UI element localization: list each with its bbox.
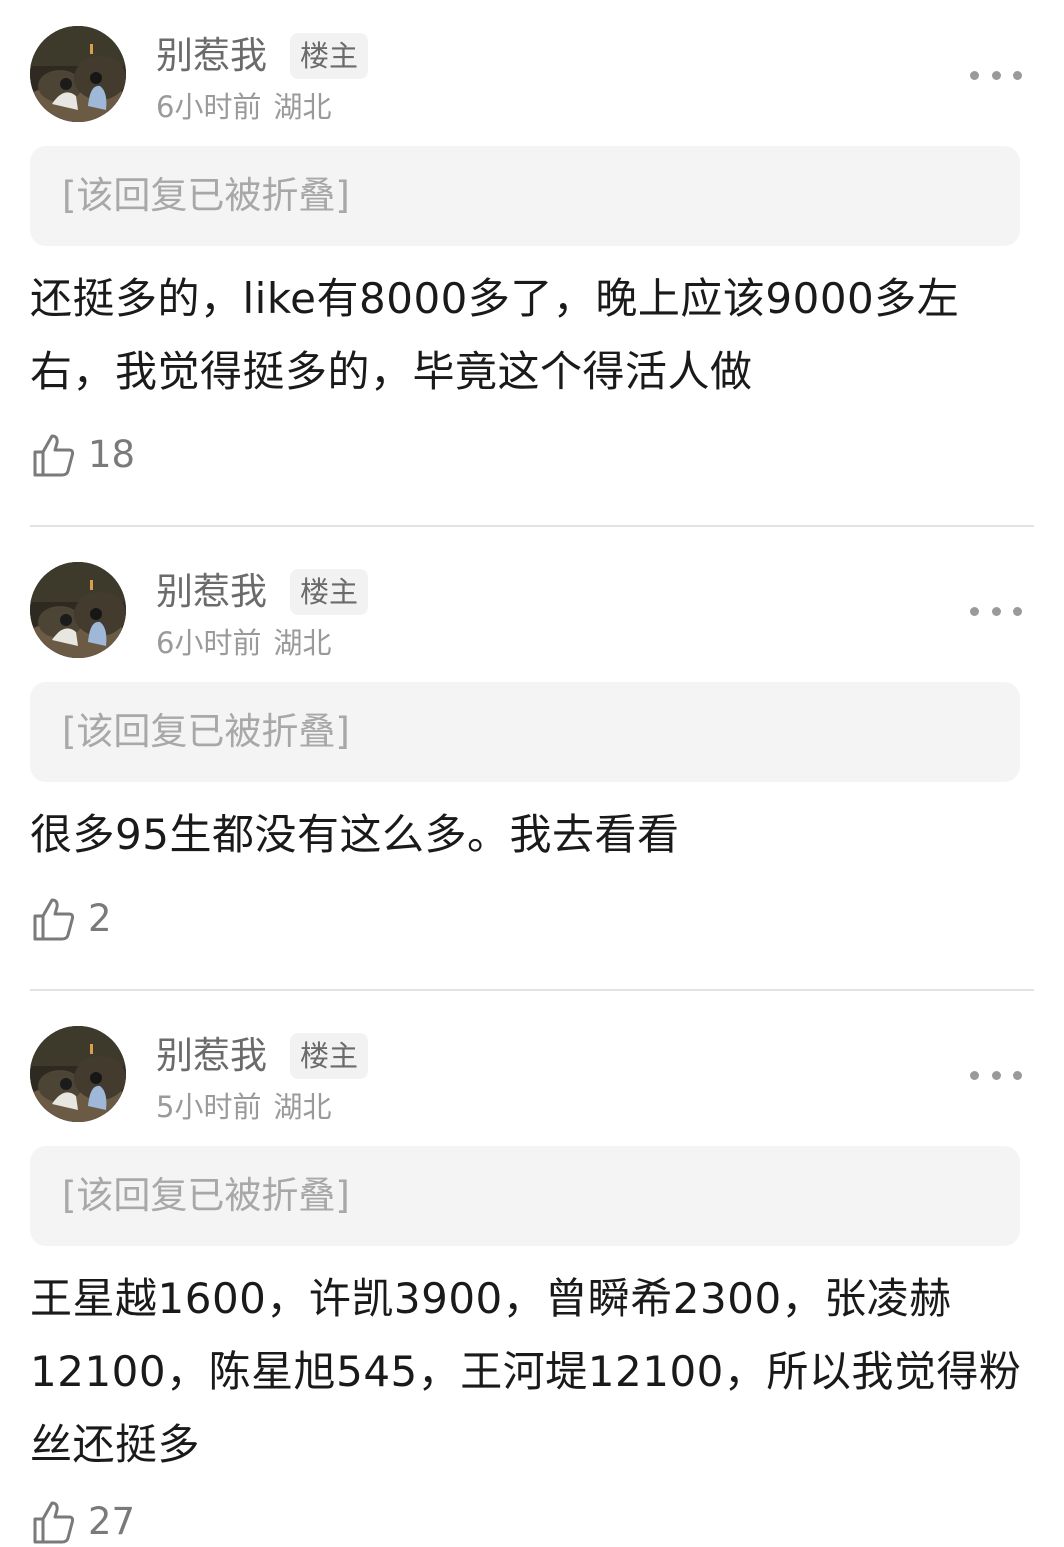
username[interactable]: 别惹我 bbox=[156, 1034, 267, 1078]
like-count: 27 bbox=[88, 1500, 136, 1543]
like-count: 18 bbox=[88, 433, 136, 476]
op-badge: 楼主 bbox=[290, 569, 369, 615]
more-dots-icon[interactable] bbox=[970, 1063, 1022, 1087]
thumbs-up-icon bbox=[33, 1501, 75, 1544]
comment-text: 很多95生都没有这么多。我去看看 bbox=[30, 810, 680, 859]
like-button[interactable]: 27 bbox=[32, 1497, 135, 1547]
folded-reply-notice[interactable]: [该回复已被折叠] bbox=[30, 146, 1020, 246]
thumbs-up-icon bbox=[33, 898, 75, 941]
comment-meta: 6小时前 湖北 bbox=[156, 89, 331, 125]
more-dots-icon[interactable] bbox=[970, 63, 1022, 87]
avatar[interactable] bbox=[30, 1026, 126, 1122]
location: 湖北 bbox=[273, 1090, 332, 1124]
location: 湖北 bbox=[273, 90, 332, 124]
folded-reply-notice[interactable]: [该回复已被折叠] bbox=[30, 682, 1020, 782]
comment-text: 王星越1600，许凯3900，曾瞬希2300，张凌赫12100，陈星旭545，王… bbox=[30, 1274, 1022, 1469]
divider bbox=[30, 525, 1034, 527]
comment-text: 还挺多的，like有8000多了，晚上应该9000多左右，我觉得挺多的，毕竟这个… bbox=[30, 274, 960, 396]
username[interactable]: 别惹我 bbox=[156, 34, 267, 78]
like-button[interactable]: 2 bbox=[32, 894, 112, 944]
folded-reply-notice[interactable]: [该回复已被折叠] bbox=[30, 1146, 1020, 1246]
avatar[interactable] bbox=[30, 562, 126, 658]
timestamp: 6小时前 bbox=[156, 90, 262, 124]
timestamp: 5小时前 bbox=[156, 1090, 262, 1124]
comment-meta: 5小时前 湖北 bbox=[156, 1089, 331, 1125]
location: 湖北 bbox=[273, 626, 332, 660]
op-badge: 楼主 bbox=[290, 33, 369, 79]
username[interactable]: 别惹我 bbox=[156, 570, 267, 614]
op-badge: 楼主 bbox=[290, 1033, 369, 1079]
thumbs-up-icon bbox=[33, 434, 75, 477]
divider bbox=[30, 989, 1034, 991]
comment-meta: 6小时前 湖北 bbox=[156, 625, 331, 661]
like-button[interactable]: 18 bbox=[32, 430, 135, 480]
avatar[interactable] bbox=[30, 26, 126, 122]
more-dots-icon[interactable] bbox=[970, 599, 1022, 623]
timestamp: 6小时前 bbox=[156, 626, 262, 660]
like-count: 2 bbox=[88, 897, 112, 940]
